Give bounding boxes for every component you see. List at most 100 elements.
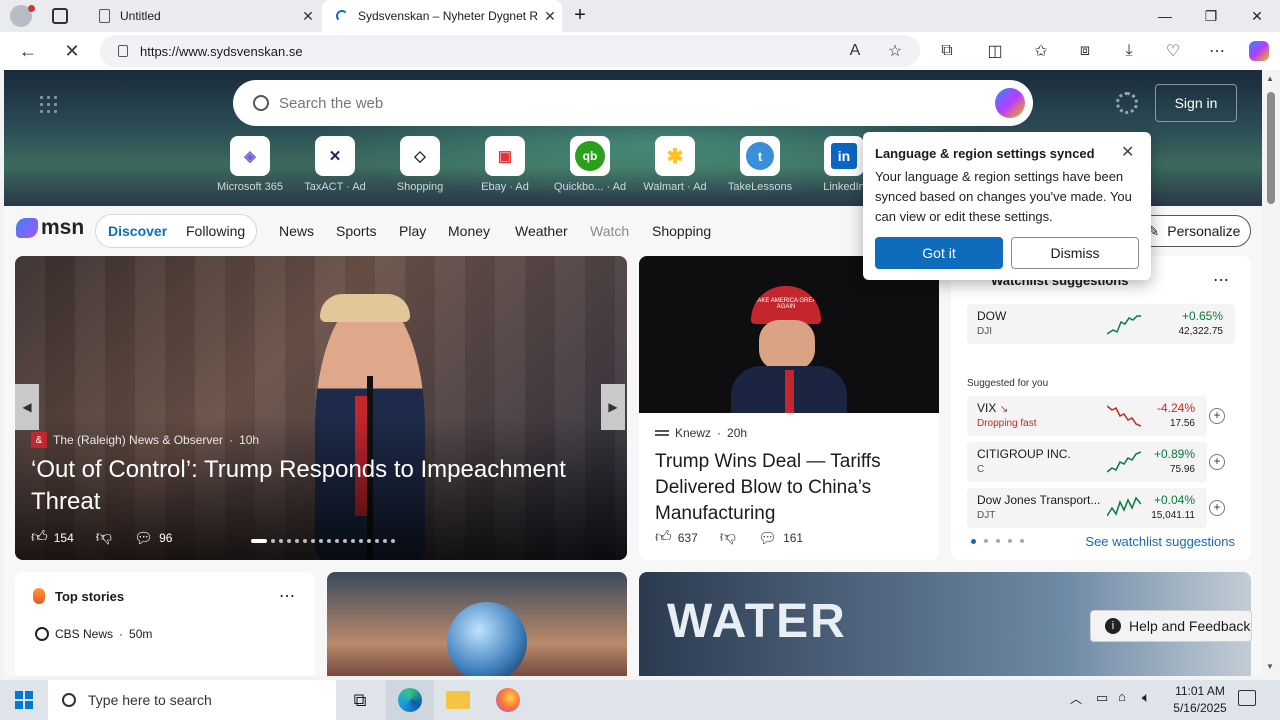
address-bar[interactable]: https://www.sydsvenskan.se [100, 35, 920, 67]
add-djt-button[interactable]: + [1209, 500, 1225, 516]
stock-row-vix[interactable]: VIX ↘ Dropping fast -4.24% 17.56 [967, 396, 1207, 436]
nav-money[interactable]: Money [448, 223, 490, 239]
quick-link-ebay[interactable]: ▣ Ebay · Ad [467, 136, 543, 193]
quick-link-taxact[interactable]: ✕ TaxACT · Ad [297, 136, 373, 193]
nav-shopping[interactable]: Shopping [652, 223, 711, 239]
help-feedback-button[interactable]: i Help and Feedback [1090, 610, 1252, 642]
page-scrollbar[interactable]: ▲ ▼ [1262, 70, 1280, 676]
top-stories-title: Top stories [55, 589, 125, 604]
task-view-icon[interactable]: ⧉ [336, 680, 384, 720]
lock-icon[interactable] [118, 45, 128, 57]
scroll-thumb[interactable] [1267, 92, 1275, 204]
knewz-source[interactable]: Knewz · 20h [655, 426, 747, 440]
new-tab-button[interactable]: + [566, 4, 594, 28]
notifications-icon[interactable] [1238, 690, 1256, 706]
dismiss-button[interactable]: Dismiss [1011, 237, 1139, 269]
news-card-knewz[interactable]: MAKE AMERICA GREAT AGAIN Knewz · 20h Tru… [639, 256, 939, 560]
volume-icon[interactable]: 🔈︎ [1142, 689, 1150, 706]
url-text[interactable]: https://www.sydsvenskan.se [140, 44, 303, 59]
nav-watch[interactable]: Watch [590, 223, 629, 239]
taxact-icon: ✕ [315, 136, 355, 176]
close-tab-icon[interactable]: ✕ [296, 8, 320, 25]
taskbar-clock[interactable]: 11:01 AM 5/16/2025 [1160, 683, 1240, 717]
add-vix-button[interactable]: + [1209, 408, 1225, 424]
comment-icon[interactable]: 💬︎ [758, 529, 777, 547]
quick-link-takelessons[interactable]: t TakeLessons [722, 136, 798, 193]
workspaces-icon[interactable] [52, 8, 68, 24]
tab-following[interactable]: Following [186, 223, 245, 239]
stock-row-djt[interactable]: Dow Jones Transport... DJT +0.04% 15,041… [967, 488, 1207, 528]
read-aloud-icon[interactable]: A [840, 36, 870, 66]
watchlist-more-icon[interactable]: ⋯ [1213, 270, 1229, 290]
hero-headline[interactable]: ‘Out of Control’: Trump Responds to Impe… [31, 454, 611, 518]
see-watchlist-link[interactable]: See watchlist suggestions [1085, 534, 1235, 549]
taskbar-search[interactable]: Type here to search [48, 680, 336, 720]
add-citigroup-button[interactable]: + [1209, 454, 1225, 470]
file-explorer-icon[interactable] [434, 680, 482, 720]
back-button[interactable]: ← [12, 35, 44, 67]
nav-news[interactable]: News [279, 223, 314, 239]
tab-discover[interactable]: Discover [108, 223, 167, 239]
watchlist-pagination-dots[interactable] [971, 539, 1024, 544]
top-stories-card[interactable]: Top stories ⋯ CBS News · 50m [15, 572, 315, 676]
stop-loading-button[interactable]: ✕ [56, 35, 88, 67]
copilot-search-icon[interactable] [995, 88, 1025, 118]
thumbs-down-icon[interactable]: 👎︎ [720, 528, 736, 547]
thumbs-down-icon[interactable]: 👎︎ [96, 528, 112, 547]
collections-icon[interactable]: ⧈ [1070, 36, 1100, 66]
copilot-icon[interactable] [1244, 36, 1274, 66]
knewz-reactions: 👍︎ 637 👎︎ 💬︎ 161 [655, 528, 804, 547]
browser-essentials-icon[interactable]: ♡ [1158, 36, 1188, 66]
msn-logo[interactable]: msn [16, 216, 84, 240]
personalize-button[interactable]: ✎ Personalize [1137, 215, 1251, 247]
popup-close-icon[interactable]: ✕ [1121, 142, 1134, 162]
network-icon[interactable]: ⌂ [1118, 689, 1126, 704]
search-box[interactable]: Search the web [233, 80, 1033, 126]
windows-start-icon[interactable] [0, 680, 48, 720]
carousel-dots[interactable] [251, 539, 395, 543]
quick-link-shopping[interactable]: ◇ Shopping [382, 136, 458, 193]
minimize-button[interactable]: — [1142, 0, 1188, 32]
close-window-button[interactable]: ✕ [1234, 0, 1280, 32]
favorite-star-icon[interactable]: ☆ [880, 36, 910, 66]
tab-sydsvenskan[interactable]: Sydsvenskan – Nyheter Dygnet R ✕ [322, 0, 562, 32]
sign-in-button[interactable]: Sign in [1155, 84, 1237, 122]
knewz-headline[interactable]: Trump Wins Deal — Tariffs Delivered Blow… [655, 449, 925, 527]
crystal-ball-card[interactable] [327, 572, 627, 676]
scroll-up-arrow[interactable]: ▲ [1266, 74, 1274, 83]
edge-taskbar-icon[interactable] [386, 680, 434, 720]
nav-sports[interactable]: Sports [336, 223, 376, 239]
tray-chevron-icon[interactable]: ︿ [1070, 690, 1082, 707]
downloads-icon[interactable]: ⤓ [1114, 36, 1144, 66]
thumbs-up-icon[interactable]: 👍︎ [655, 528, 672, 547]
firefox-icon[interactable] [484, 680, 532, 720]
restore-button[interactable]: ❐ [1188, 0, 1234, 32]
quick-link-walmart[interactable]: ✱ Walmart · Ad [637, 136, 713, 193]
apps-grid-icon[interactable] [38, 94, 58, 114]
close-tab-icon[interactable]: ✕ [538, 8, 562, 25]
settings-gear-icon[interactable] [1116, 92, 1138, 114]
scroll-down-arrow[interactable]: ▼ [1266, 662, 1274, 671]
more-menu-icon[interactable]: ⋯ [1202, 36, 1232, 66]
tab-untitled[interactable]: Untitled ✕ [84, 0, 320, 32]
thumbs-up-icon[interactable]: 👍︎ [31, 528, 48, 547]
carousel-next-button[interactable]: ▶ [601, 384, 625, 430]
quick-link-quickbooks[interactable]: qb Quickbo... · Ad [552, 136, 628, 193]
top-stories-more-icon[interactable]: ⋯ [279, 586, 295, 606]
quick-link-microsoft365[interactable]: ◈ Microsoft 365 [212, 136, 288, 193]
stock-row-dow[interactable]: DOW DJI +0.65% 42,322.75 [967, 304, 1235, 344]
tray-device-icon[interactable]: ▭ [1096, 690, 1108, 706]
carousel-prev-button[interactable]: ◀ [15, 384, 39, 430]
comment-icon[interactable]: 💬︎ [134, 529, 153, 547]
extensions-icon[interactable]: ⧉ [932, 36, 962, 66]
favorites-icon[interactable]: ✩ [1026, 36, 1056, 66]
shopping-tag-icon: ◇ [400, 136, 440, 176]
split-screen-icon[interactable]: ◫ [980, 36, 1010, 66]
got-it-button[interactable]: Got it [875, 237, 1003, 269]
hero-source[interactable]: & The (Raleigh) News & Observer · 10h [31, 432, 259, 448]
hero-news-card[interactable]: ◀ ▶ & The (Raleigh) News & Observer · 10… [15, 256, 627, 560]
cbs-source[interactable]: CBS News · 50m [35, 627, 152, 641]
stock-row-citigroup[interactable]: CITIGROUP INC. C +0.89% 75.96 [967, 442, 1207, 482]
nav-play[interactable]: Play [399, 223, 426, 239]
nav-weather[interactable]: Weather [515, 223, 568, 239]
